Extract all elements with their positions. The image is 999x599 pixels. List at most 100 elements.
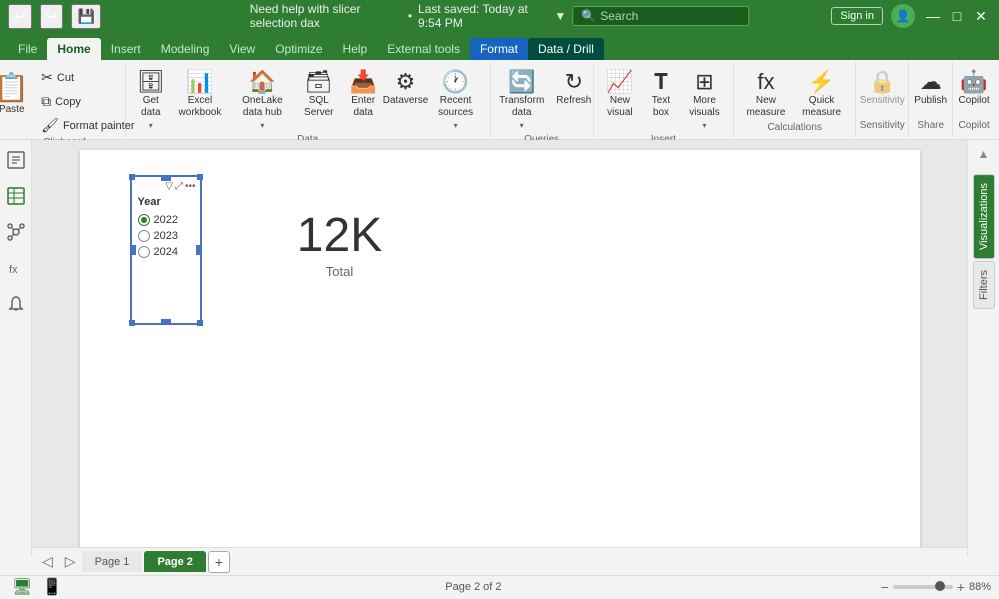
page-nav-right[interactable]: ▷ xyxy=(59,551,82,572)
more-visuals-button[interactable]: ⊞ More visuals ▾ xyxy=(682,66,727,134)
onelake-button[interactable]: 🏠 OneLake data hub ▾ xyxy=(230,66,294,134)
sidebar-report-icon[interactable] xyxy=(4,148,28,172)
refresh-button[interactable]: ↻ Refresh xyxy=(555,66,593,110)
sql-server-button[interactable]: 🗃 SQL Server xyxy=(297,66,341,122)
quick-measure-button[interactable]: ⚡ Quick measure xyxy=(794,66,850,122)
sidebar-dax-icon[interactable]: fx xyxy=(4,256,28,280)
cut-icon: ✂ xyxy=(41,69,53,86)
tab-file[interactable]: File xyxy=(8,38,47,60)
enter-data-button[interactable]: 📥 Enter data xyxy=(343,66,384,122)
add-page-button[interactable]: + xyxy=(208,551,230,573)
page-tab-2[interactable]: Page 2 xyxy=(144,551,205,572)
resize-handle-tl[interactable] xyxy=(129,174,135,180)
tab-insert[interactable]: Insert xyxy=(101,38,151,60)
new-visual-button[interactable]: 📈 New visual xyxy=(600,66,640,122)
tab-data-drill[interactable]: Data / Drill xyxy=(528,38,604,60)
page-tab-1[interactable]: Page 1 xyxy=(82,551,143,572)
slicer-item-2024[interactable]: 2024 xyxy=(136,244,196,260)
tab-home[interactable]: Home xyxy=(47,38,100,60)
undo-button[interactable]: ↩ xyxy=(8,4,32,29)
publish-button[interactable]: ☁ Publish xyxy=(909,66,952,110)
redo-button[interactable]: ↪ xyxy=(40,4,64,29)
tab-modeling[interactable]: Modeling xyxy=(151,38,220,60)
slicer-widget[interactable]: ▽ ⤢ ••• Year 2022 2023 2024 xyxy=(130,175,202,325)
slicer-radio-2022[interactable] xyxy=(138,214,150,226)
mobile-view-button[interactable]: 📱 xyxy=(38,575,66,599)
copy-button[interactable]: ⧉ Copy xyxy=(36,90,139,113)
tab-view[interactable]: View xyxy=(219,38,265,60)
zoom-in-button[interactable]: + xyxy=(957,579,965,595)
new-visual-label: New visual xyxy=(605,95,635,119)
slicer-radio-2024[interactable] xyxy=(138,246,150,258)
sidebar-scroll-up[interactable]: ▲ xyxy=(970,144,998,164)
ribbon-group-insert: 📈 New visual 𝐓 Text box ⊞ More visuals ▾… xyxy=(594,62,734,137)
slicer-more-icon[interactable]: ••• xyxy=(185,181,196,192)
user-avatar[interactable]: 👤 xyxy=(891,4,915,28)
recent-sources-icon: 🕐 xyxy=(442,71,469,93)
search-input[interactable] xyxy=(600,9,740,23)
slicer-item-2023[interactable]: 2023 xyxy=(136,228,196,244)
sign-in-button[interactable]: Sign in xyxy=(831,7,883,25)
resize-handle-top[interactable] xyxy=(161,175,171,181)
last-saved-text: Last saved: Today at 9:54 PM xyxy=(418,2,548,30)
zoom-out-button[interactable]: − xyxy=(881,579,889,595)
dataverse-button[interactable]: ⚙ Dataverse xyxy=(385,66,425,110)
resize-handle-bottom[interactable] xyxy=(161,319,171,325)
sensitivity-label: Sensitivity xyxy=(860,95,905,107)
zoom-level: 88% xyxy=(969,581,991,593)
tab-external-tools[interactable]: External tools xyxy=(377,38,470,60)
desktop-view-button[interactable]: 🖥 xyxy=(8,575,36,599)
sidebar-table-icon[interactable] xyxy=(4,184,28,208)
copilot-button[interactable]: 🤖 Copilot xyxy=(954,66,995,110)
resize-handle-right[interactable] xyxy=(196,245,202,255)
text-box-label: Text box xyxy=(647,95,675,119)
excel-workbook-button[interactable]: 📊 Excel workbook xyxy=(172,66,228,122)
slicer-filter-icon[interactable]: ▽ xyxy=(165,181,173,192)
transform-data-button[interactable]: 🔄 Transform data ▾ xyxy=(491,66,553,134)
publish-label: Publish xyxy=(914,95,947,107)
copilot-buttons: 🤖 Copilot xyxy=(954,66,995,120)
sql-icon: 🗃 xyxy=(305,71,333,93)
format-painter-button[interactable]: 🖌 Format painter xyxy=(36,114,139,137)
tab-format[interactable]: Format xyxy=(470,38,528,60)
slicer-resize-icon[interactable]: ⤢ xyxy=(175,181,183,192)
title-separator: • xyxy=(408,9,412,23)
recent-sources-button[interactable]: 🕐 Recent sources ▾ xyxy=(428,66,484,134)
search-box[interactable]: 🔍 xyxy=(572,6,749,26)
title-bar: ↩ ↪ 💾 Need help with slicer selection da… xyxy=(0,0,999,32)
save-button[interactable]: 💾 xyxy=(71,4,100,29)
copilot-icon: 🤖 xyxy=(960,71,987,93)
paste-button[interactable]: 📋 Paste xyxy=(0,66,34,120)
sensitivity-group-label: Sensitivity xyxy=(860,120,905,133)
text-box-button[interactable]: 𝐓 Text box xyxy=(642,66,680,122)
minimize-button[interactable]: — xyxy=(923,6,943,26)
search-icon: 🔍 xyxy=(581,9,596,23)
cut-button[interactable]: ✂ Cut xyxy=(36,66,139,89)
title-dropdown-arrow[interactable]: ▼ xyxy=(554,9,566,23)
canvas-page: ▽ ⤢ ••• Year 2022 2023 2024 12K Total xyxy=(80,150,920,555)
sidebar-model-icon[interactable] xyxy=(4,220,28,244)
zoom-slider[interactable] xyxy=(893,585,953,589)
publish-icon: ☁ xyxy=(920,71,942,93)
sensitivity-button[interactable]: 🔒 Sensitivity xyxy=(855,66,910,110)
resize-handle-left[interactable] xyxy=(130,245,136,255)
close-button[interactable]: ✕ xyxy=(971,6,991,26)
sidebar-notification-icon[interactable] xyxy=(4,292,28,316)
visualizations-panel-tab[interactable]: Visualizations xyxy=(973,174,995,259)
resize-handle-tr[interactable] xyxy=(197,174,203,180)
slicer-item-2022[interactable]: 2022 xyxy=(136,212,196,228)
maximize-button[interactable]: □ xyxy=(947,6,967,26)
get-data-button[interactable]: 🗄 Get data ▾ xyxy=(132,66,170,134)
filters-panel-tab[interactable]: Filters xyxy=(973,261,995,309)
tab-optimize[interactable]: Optimize xyxy=(265,38,332,60)
tab-help[interactable]: Help xyxy=(333,38,378,60)
slicer-radio-2023[interactable] xyxy=(138,230,150,242)
resize-handle-br[interactable] xyxy=(197,320,203,326)
status-right: − + 88% xyxy=(881,579,991,595)
status-bar: 🖥 📱 Page 2 of 2 − + 88% xyxy=(0,575,999,597)
page-nav-left[interactable]: ◁ xyxy=(36,551,59,572)
new-measure-button[interactable]: fx New measure xyxy=(740,66,792,122)
copy-label: Copy xyxy=(55,96,81,108)
paste-label: Paste xyxy=(0,104,25,115)
resize-handle-bl[interactable] xyxy=(129,320,135,326)
